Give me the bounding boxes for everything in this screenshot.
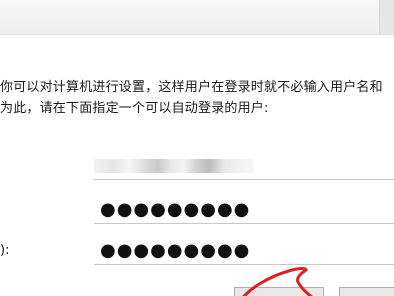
description-line-1: 你可以对计算机进行设置，这样用户在登录时就不必输入用户名和 <box>0 80 383 95</box>
password-field[interactable]: ●●●●●●●●● <box>94 196 394 224</box>
description-line-2: 为此，请在下面指定一个可以自动登录的用户: <box>0 101 269 116</box>
password-value: ●●●●●●●●● <box>100 199 251 220</box>
title-bar <box>0 0 394 35</box>
cancel-button[interactable] <box>339 287 394 296</box>
censored-username <box>94 159 254 173</box>
username-field[interactable] <box>94 152 394 180</box>
confirm-password-label: ): <box>0 243 10 258</box>
ok-button[interactable] <box>234 287 324 296</box>
window-frame-edge <box>379 0 394 34</box>
confirm-password-value: ●●●●●●●●● <box>100 240 251 261</box>
auto-logon-dialog: 你可以对计算机进行设置，这样用户在登录时就不必输入用户名和 为此，请在下面指定一… <box>0 0 394 296</box>
confirm-password-field[interactable]: ●●●●●●●●● <box>94 237 394 265</box>
